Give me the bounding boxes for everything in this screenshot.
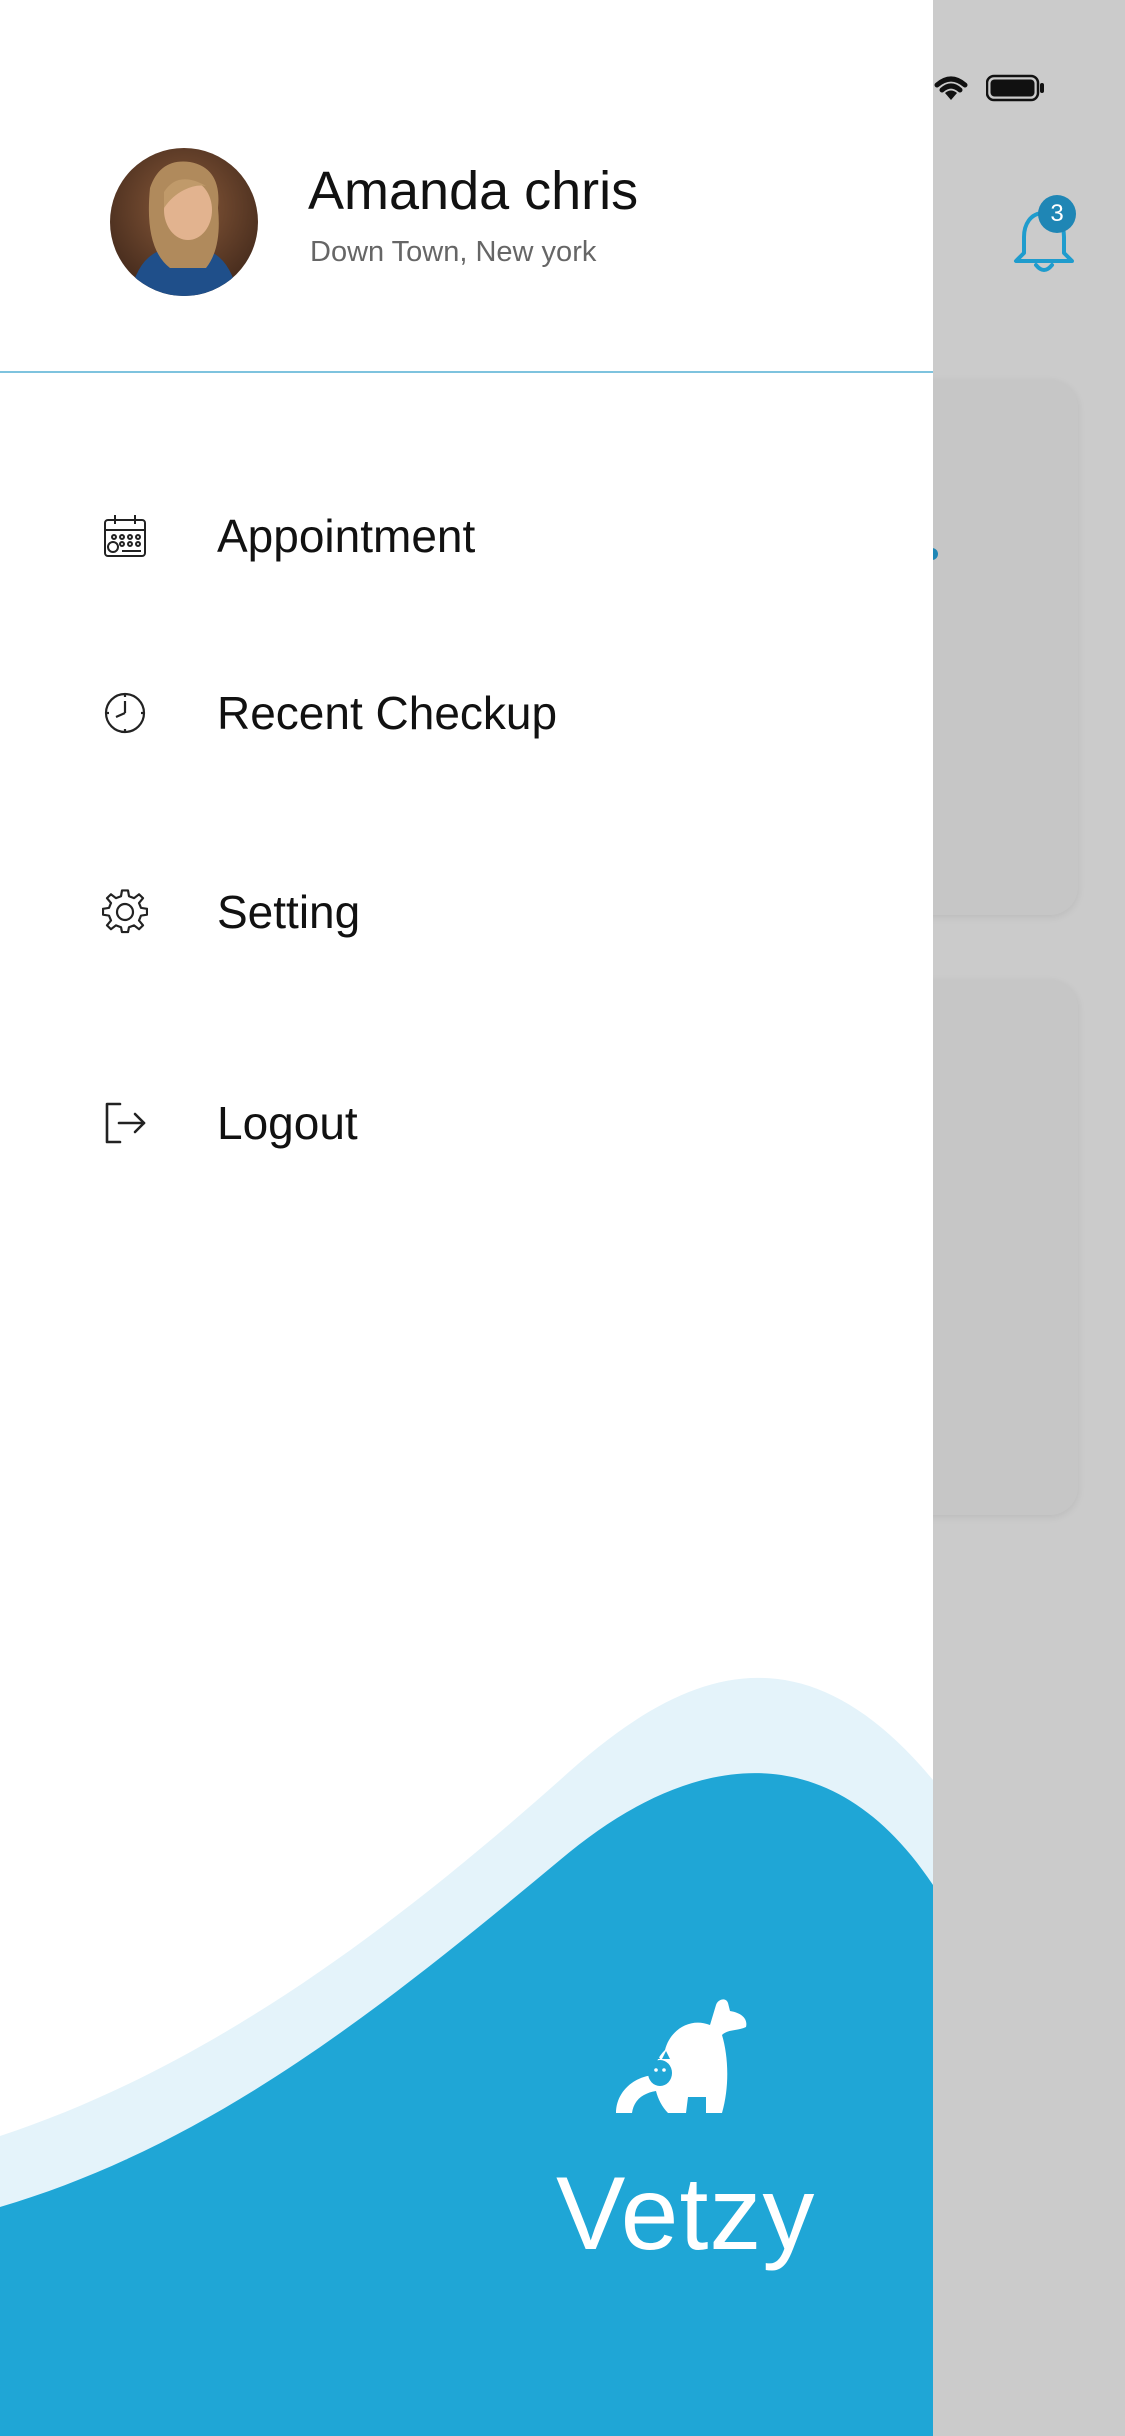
menu-item-label: Appointment <box>217 510 476 562</box>
menu-item-label: Setting <box>217 886 361 938</box>
wifi-icon <box>934 76 968 100</box>
menu-item-appointment[interactable]: Appointment <box>60 486 880 586</box>
navigation-drawer: Amanda chris Down Town, New york Appoint… <box>0 0 933 2436</box>
clock-icon <box>90 678 160 748</box>
menu-item-label: Logout <box>217 1097 358 1149</box>
menu-item-setting[interactable]: Setting <box>60 862 880 962</box>
battery-icon <box>986 74 1044 102</box>
gear-icon <box>90 877 160 947</box>
decorative-wave <box>0 1677 933 2436</box>
menu-item-logout[interactable]: Logout <box>60 1073 880 1173</box>
logout-icon <box>90 1088 160 1158</box>
calendar-icon <box>90 501 160 571</box>
notification-badge: 3 <box>1038 195 1076 233</box>
user-location: Down Town, New york <box>310 236 597 268</box>
profile-header: Amanda chris Down Town, New york <box>0 0 933 373</box>
user-name: Amanda chris <box>308 161 639 221</box>
menu-item-label: Recent Checkup <box>217 687 558 739</box>
vetzy-logo-icon <box>616 1999 747 2113</box>
brand-name: Vetzy <box>556 2156 816 2272</box>
avatar[interactable] <box>110 148 258 296</box>
menu-item-recent-checkup[interactable]: Recent Checkup <box>60 663 880 763</box>
